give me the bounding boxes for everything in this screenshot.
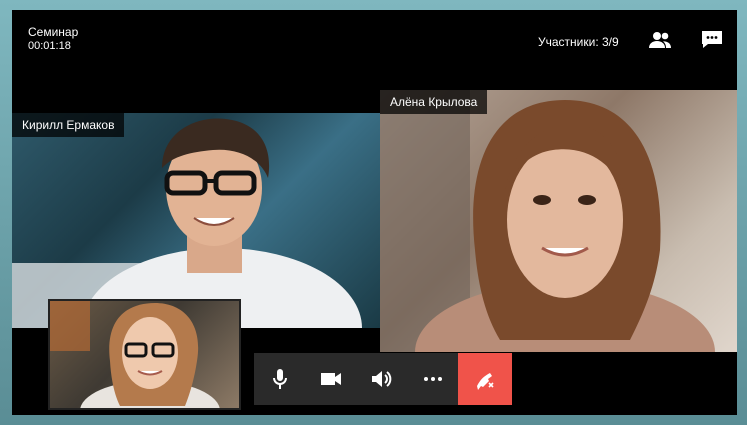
speaker-icon bbox=[371, 371, 391, 387]
more-button[interactable] bbox=[407, 353, 458, 405]
participants-count: Участники: 3/9 bbox=[538, 35, 619, 49]
session-timer: 00:01:18 bbox=[28, 40, 71, 52]
microphone-icon bbox=[272, 369, 287, 389]
camera-button[interactable] bbox=[305, 353, 356, 405]
more-icon bbox=[423, 377, 442, 381]
session-title: Семинар bbox=[28, 25, 79, 39]
video-call-screen: Семинар 00:01:18 Участники: 3/9 Кирилл Е… bbox=[12, 10, 737, 415]
hangup-button[interactable] bbox=[458, 353, 512, 405]
participants-button[interactable] bbox=[644, 26, 676, 54]
chat-button[interactable] bbox=[696, 26, 728, 54]
participant-name-label: Алёна Крылова bbox=[380, 90, 488, 114]
participant-portrait bbox=[380, 90, 715, 352]
speaker-button[interactable] bbox=[356, 353, 407, 405]
top-bar: Семинар 00:01:18 Участники: 3/9 bbox=[12, 10, 737, 70]
participant-portrait bbox=[12, 118, 362, 328]
self-portrait bbox=[50, 301, 220, 408]
camera-icon bbox=[320, 373, 341, 385]
participant-video-alena[interactable]: Алёна Крылова bbox=[380, 90, 737, 352]
call-controls-bar bbox=[254, 353, 512, 405]
people-icon bbox=[649, 32, 671, 48]
participant-name-label: Кирилл Ермаков bbox=[12, 113, 125, 137]
participant-video-kirill[interactable]: Кирилл Ермаков bbox=[12, 113, 380, 328]
microphone-button[interactable] bbox=[254, 353, 305, 405]
chat-icon bbox=[702, 31, 722, 48]
hangup-icon bbox=[477, 373, 494, 390]
self-preview-video[interactable] bbox=[48, 299, 241, 410]
